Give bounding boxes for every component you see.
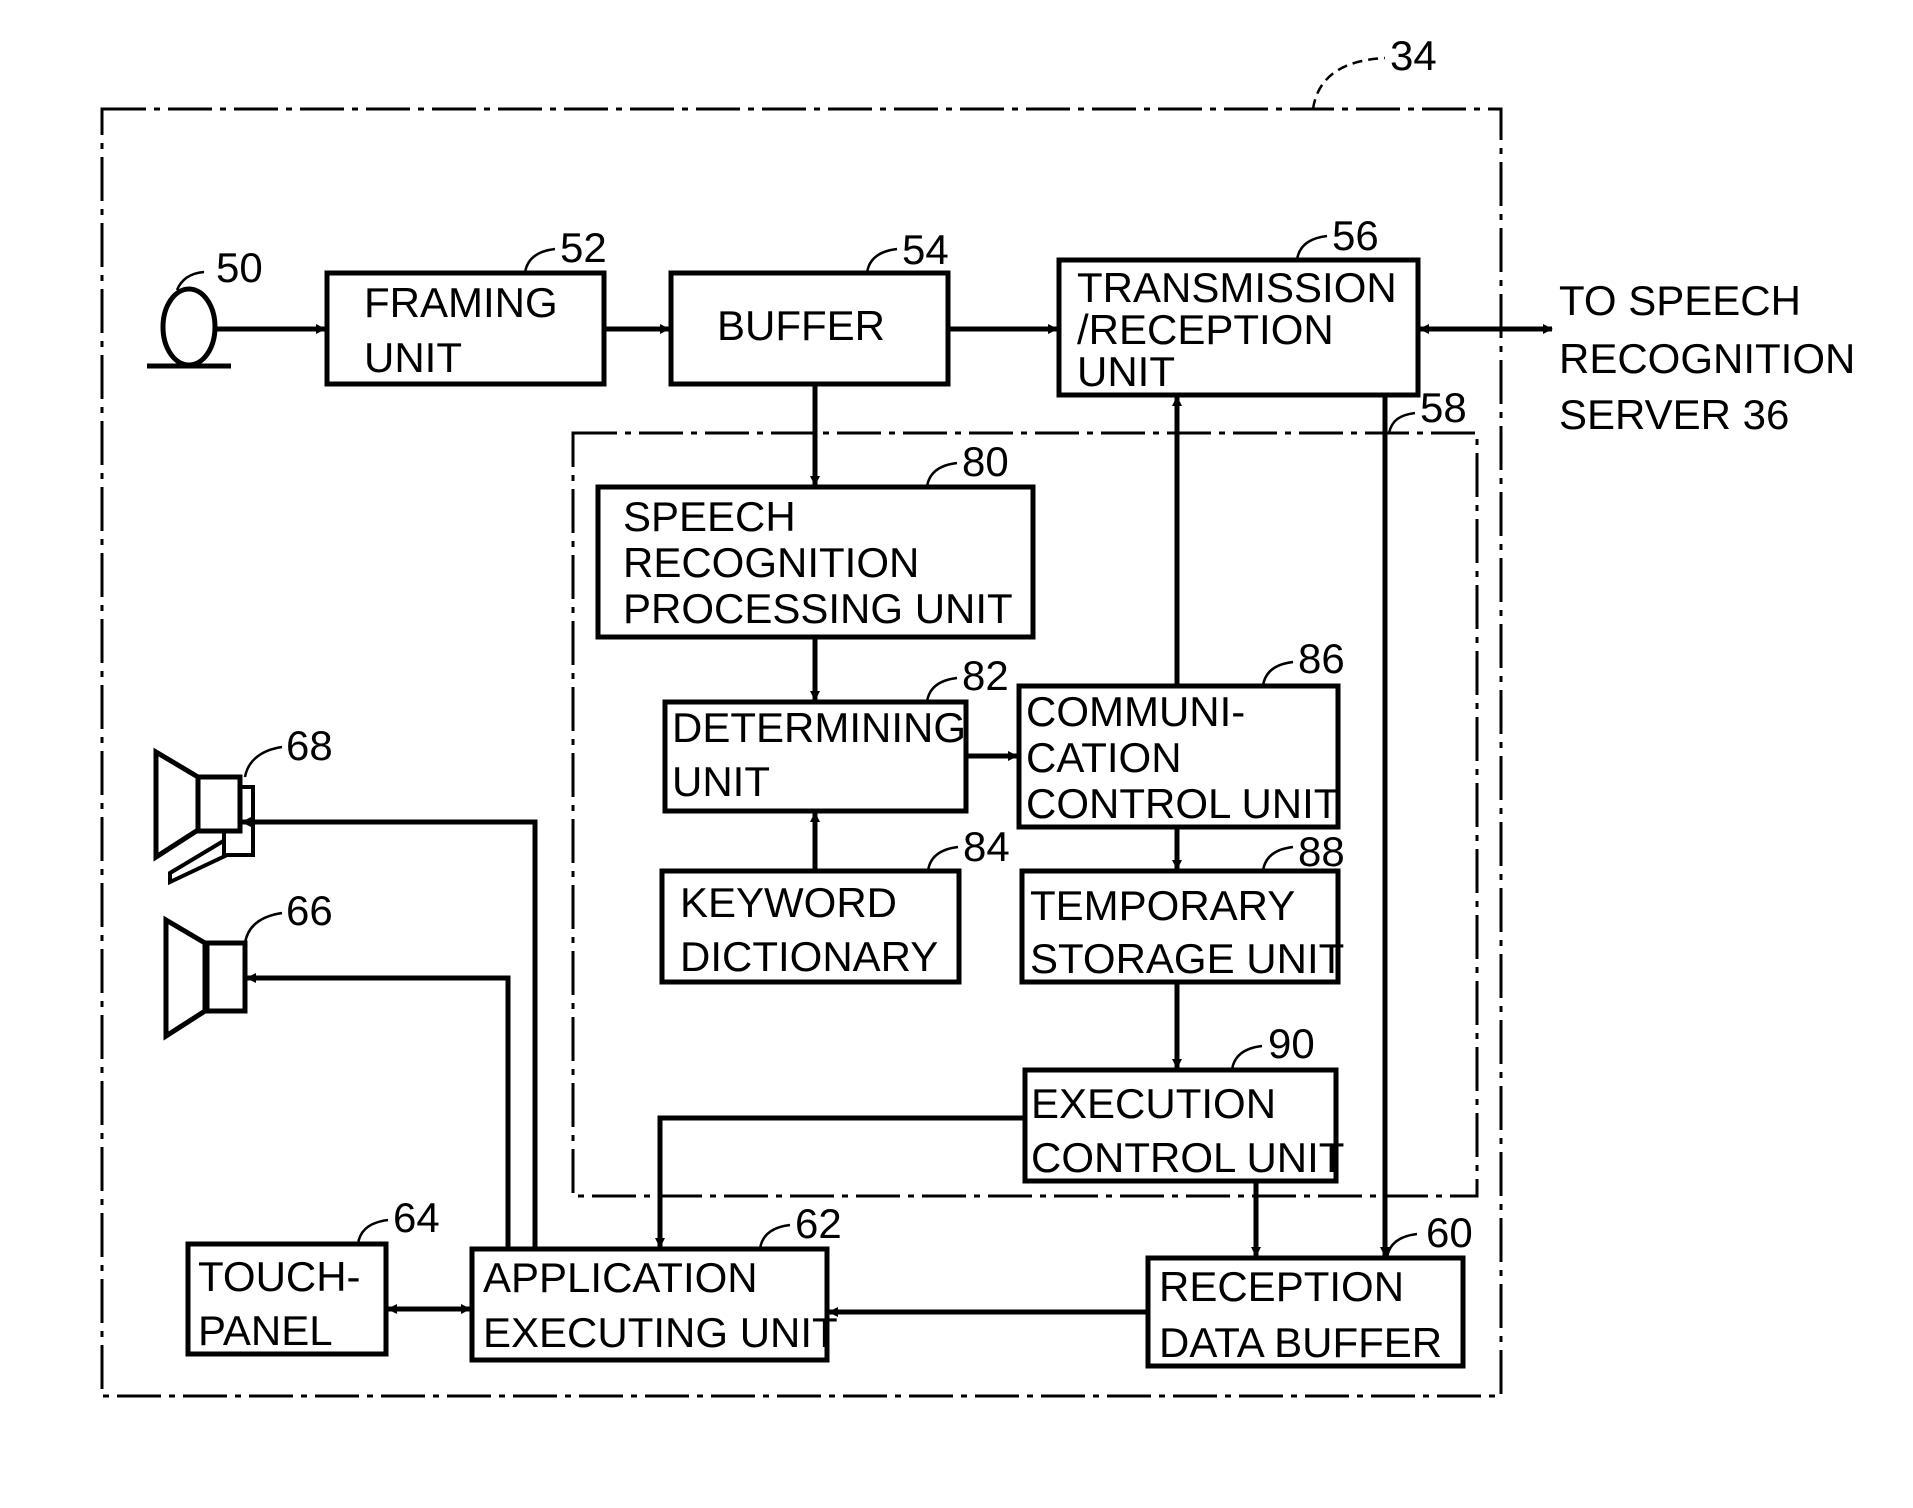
speaker-66: 66	[163, 887, 333, 1041]
execution-control-ref: 90	[1268, 1020, 1315, 1067]
svg-text:RECOGNITION: RECOGNITION	[623, 539, 919, 586]
svg-text:UNIT: UNIT	[364, 334, 462, 381]
svg-text:RECEPTION: RECEPTION	[1159, 1263, 1404, 1310]
svg-text:EXECUTION: EXECUTION	[1031, 1080, 1276, 1127]
svg-text:DICTIONARY: DICTIONARY	[680, 933, 938, 980]
block-diagram: 34 58 50 68 66 FRAMING UNIT BUFFER TRANS…	[100, 32, 1855, 1398]
microphone-ref: 50	[216, 244, 263, 291]
speaker-68: 68	[153, 722, 333, 886]
svg-text:PROCESSING UNIT: PROCESSING UNIT	[623, 585, 1013, 632]
speaker-icon	[163, 915, 208, 1041]
keyword-dictionary-ref: 84	[963, 823, 1010, 870]
svg-text:EXECUTING UNIT: EXECUTING UNIT	[483, 1309, 838, 1356]
application-executing-ref: 62	[795, 1200, 842, 1247]
svg-text:DETERMINING: DETERMINING	[672, 704, 966, 751]
speaker-68-body	[195, 774, 243, 834]
svg-text:CATION: CATION	[1026, 734, 1182, 781]
arrow-execution-to-application	[655, 1115, 1025, 1248]
svg-text:UNIT: UNIT	[1077, 348, 1175, 395]
svg-text:BUFFER: BUFFER	[717, 302, 885, 349]
svg-text:APPLICATION: APPLICATION	[483, 1254, 758, 1301]
svg-text:DATA BUFFER: DATA BUFFER	[1159, 1319, 1442, 1366]
svg-text:FRAMING: FRAMING	[364, 279, 558, 326]
svg-text:TOUCH-: TOUCH-	[198, 1253, 361, 1300]
svg-text:UNIT: UNIT	[672, 758, 770, 805]
svg-text:TEMPORARY: TEMPORARY	[1030, 882, 1295, 929]
buffer-ref: 54	[902, 226, 949, 273]
buffer-label: BUFFER	[717, 302, 885, 349]
speech-recognition-ref: 80	[962, 438, 1009, 485]
arrow-application-to-speaker-66	[246, 973, 511, 1249]
speaker-68-ref: 68	[286, 722, 333, 769]
reception-data-buffer-ref: 60	[1426, 1209, 1473, 1256]
touch-panel-ref: 64	[393, 1194, 440, 1241]
svg-text:COMMUNI-: COMMUNI-	[1026, 688, 1245, 735]
speaker-68-back-cone	[168, 836, 227, 886]
svg-text:CONTROL UNIT: CONTROL UNIT	[1026, 780, 1339, 827]
speaker-66-leader	[243, 911, 283, 944]
svg-text:TRANSMISSION: TRANSMISSION	[1077, 264, 1397, 311]
microphone-icon	[160, 286, 218, 368]
speaker-66-body	[204, 940, 248, 1014]
svg-text:CONTROL UNIT: CONTROL UNIT	[1031, 1134, 1344, 1181]
speaker-68-leader	[243, 745, 283, 778]
svg-text:PANEL: PANEL	[198, 1307, 333, 1354]
outer-block-leader	[1311, 56, 1386, 110]
svg-text:STORAGE UNIT: STORAGE UNIT	[1030, 935, 1344, 982]
svg-text:SPEECH: SPEECH	[623, 493, 796, 540]
svg-text:TO SPEECH: TO SPEECH	[1559, 277, 1801, 324]
outer-block-ref: 34	[1390, 32, 1437, 79]
svg-text:KEYWORD: KEYWORD	[680, 879, 897, 926]
inner-block-ref: 58	[1420, 384, 1467, 431]
transmission-ref: 56	[1332, 212, 1379, 259]
communication-control-ref: 86	[1298, 635, 1345, 682]
inner-block-leader	[1387, 411, 1416, 434]
temporary-storage-ref: 88	[1298, 828, 1345, 875]
svg-text:SERVER 36: SERVER 36	[1559, 391, 1789, 438]
external-server-label: TO SPEECH RECOGNITION SERVER 36	[1559, 277, 1855, 438]
microphone: 50	[147, 244, 263, 369]
svg-text:RECOGNITION: RECOGNITION	[1559, 335, 1855, 382]
framing-ref: 52	[560, 224, 607, 271]
speaker-66-ref: 66	[286, 887, 333, 934]
determining-ref: 82	[962, 652, 1009, 699]
connections	[215, 324, 1553, 1317]
svg-text:/RECEPTION: /RECEPTION	[1077, 306, 1334, 353]
speaker-68-cone	[153, 747, 201, 862]
